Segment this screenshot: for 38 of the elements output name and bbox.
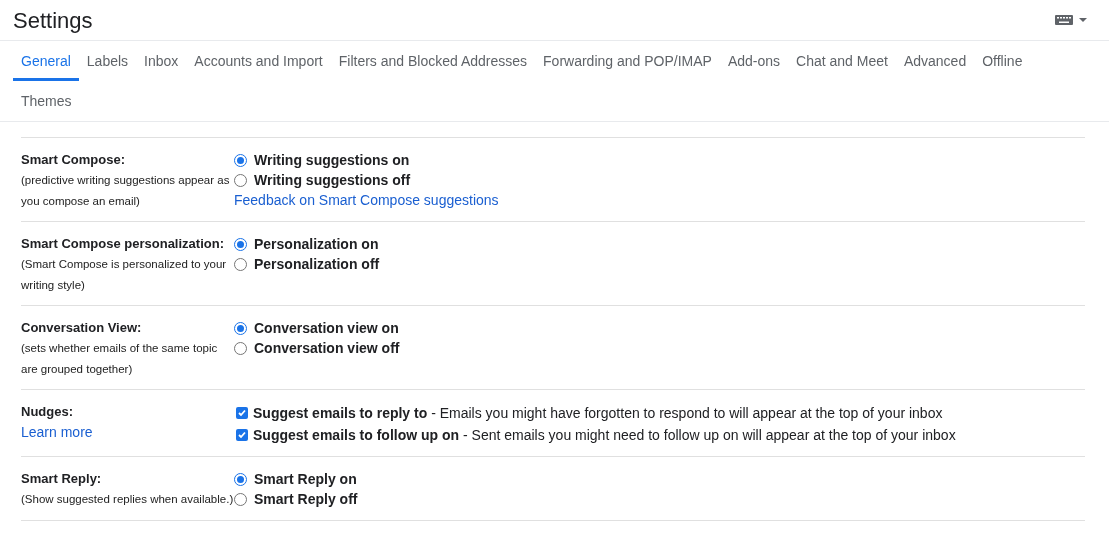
- setting-description: (Smart Compose is personalized to your writing style): [21, 257, 228, 293]
- settings-tab[interactable]: Offline: [974, 41, 1031, 81]
- setting-description: (sets whether emails of the same topic are grouped together): [21, 341, 219, 377]
- setting-description: (Show suggested replies when available.): [21, 492, 234, 507]
- option-label: Conversation view off: [254, 338, 400, 358]
- learn-more-link[interactable]: Learn more: [21, 422, 93, 442]
- option-label: Suggest emails to follow up on - Sent emails you might need to follow up on will appear at the top of your inbox: [253, 425, 956, 445]
- option-label: Personalization on: [254, 234, 379, 254]
- settings-tab[interactable]: General: [13, 41, 79, 81]
- option-label: Writing suggestions on: [254, 150, 410, 170]
- settings-tab[interactable]: Chat and Meet: [788, 41, 896, 81]
- option-label: Suggest emails to reply to - Emails you might have forgotten to respond to will appear at the top of your inbox: [253, 403, 943, 423]
- checkbox[interactable]: [236, 429, 248, 441]
- feedback-link[interactable]: Feedback on Smart Compose suggestions: [234, 190, 499, 210]
- keyboard-icon: [1055, 15, 1073, 25]
- caret-icon: [1079, 18, 1087, 22]
- settings-tab[interactable]: Add-ons: [719, 41, 789, 81]
- setting-title: Conversation View:: [21, 319, 143, 337]
- option-label: Smart Reply on: [254, 469, 357, 489]
- setting-title: Nudges:: [21, 403, 74, 421]
- setting-title: Smart Compose personalization:: [21, 235, 225, 253]
- option-label: Writing suggestions off: [254, 170, 411, 190]
- settings-tab[interactable]: Forwarding and POP/IMAP: [535, 41, 720, 81]
- settings-tab[interactable]: Labels: [78, 41, 137, 81]
- setting-description: (predictive writing suggestions appear as you compose an email): [21, 173, 231, 209]
- settings-tab[interactable]: Advanced: [895, 41, 975, 81]
- option-label: Personalization off: [254, 254, 380, 274]
- settings-tab[interactable]: Themes: [13, 81, 80, 121]
- setting-title: Smart Compose:: [21, 151, 127, 169]
- page-title: Settings: [13, 6, 93, 35]
- settings-tab[interactable]: Filters and Blocked Addresses: [330, 41, 536, 81]
- option-label: Conversation view on: [254, 318, 399, 338]
- setting-title: Smart Reply:: [21, 470, 103, 488]
- settings-tab[interactable]: Inbox: [136, 41, 187, 81]
- input-tools-button[interactable]: [1055, 15, 1087, 25]
- checkbox[interactable]: [236, 407, 248, 419]
- settings-tab[interactable]: Accounts and Import: [186, 41, 331, 81]
- option-label: Smart Reply off: [254, 489, 358, 509]
